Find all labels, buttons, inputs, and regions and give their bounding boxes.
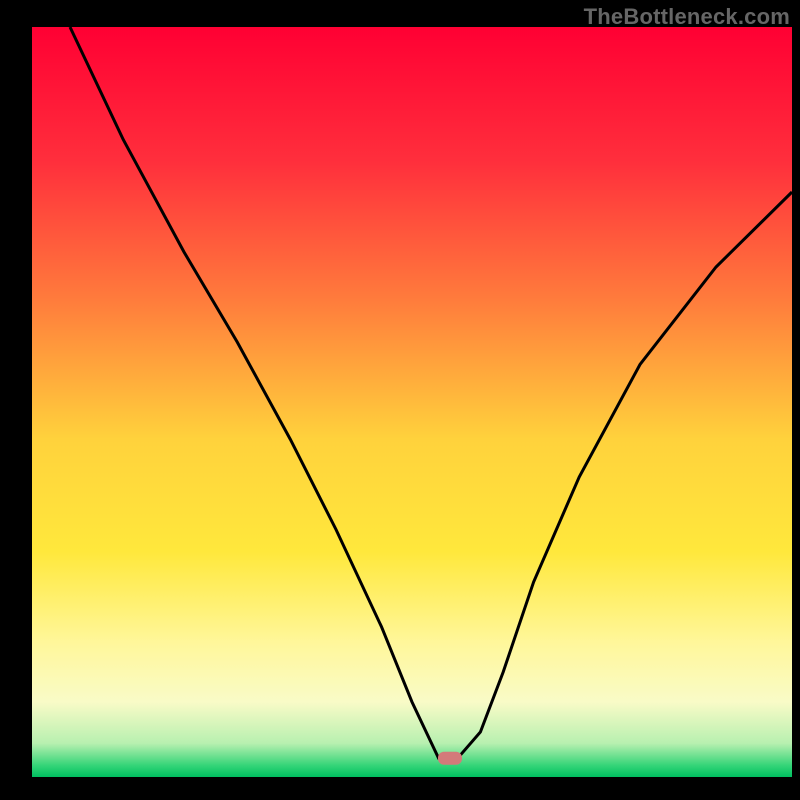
optimal-point-marker <box>438 752 462 765</box>
chart-frame: TheBottleneck.com <box>0 0 800 800</box>
watermark-label: TheBottleneck.com <box>584 4 790 30</box>
plot-background <box>32 27 792 777</box>
bottleneck-chart <box>0 0 800 800</box>
